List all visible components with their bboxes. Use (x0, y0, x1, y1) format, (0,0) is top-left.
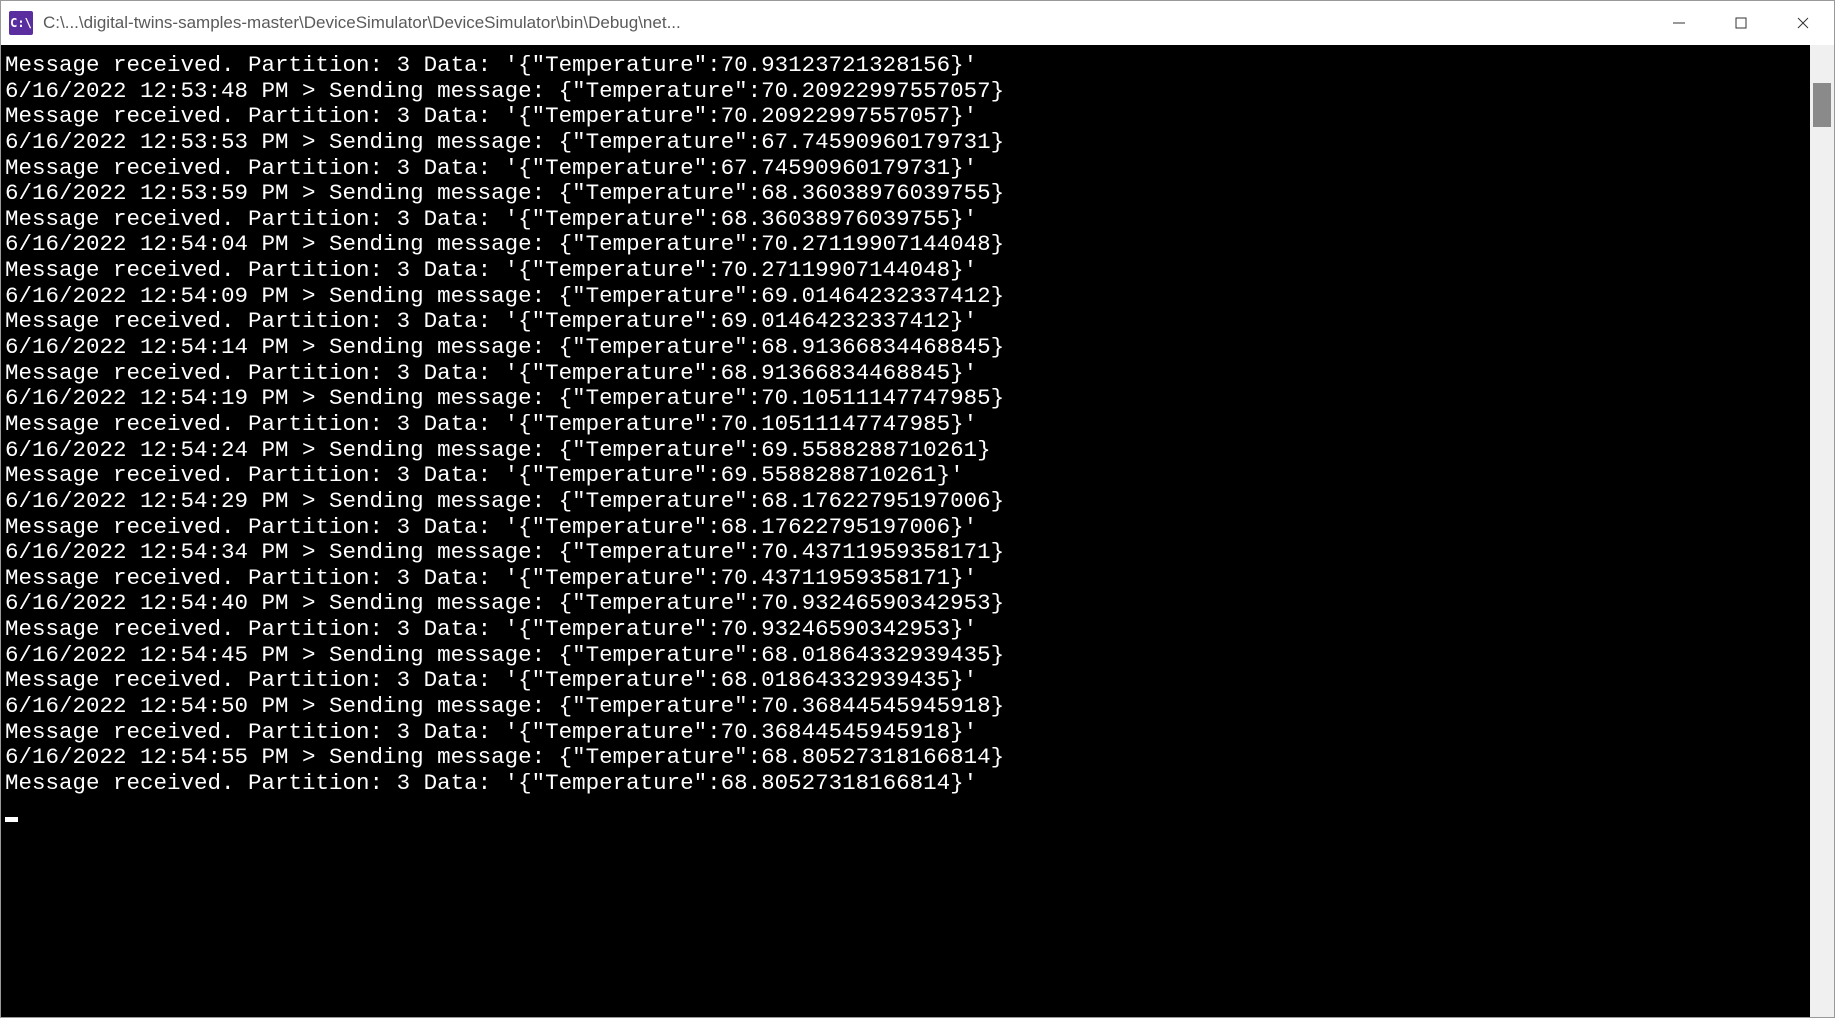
window-title: C:\...\digital-twins-samples-master\Devi… (43, 13, 1648, 33)
minimize-button[interactable] (1648, 1, 1710, 45)
console-area: Message received. Partition: 3 Data: '{"… (1, 45, 1834, 1017)
maximize-icon (1734, 16, 1748, 30)
scrollbar[interactable] (1810, 45, 1834, 1017)
maximize-button[interactable] (1710, 1, 1772, 45)
console-output[interactable]: Message received. Partition: 3 Data: '{"… (1, 45, 1810, 1017)
titlebar[interactable]: C:\ C:\...\digital-twins-samples-master\… (1, 1, 1834, 45)
minimize-icon (1672, 16, 1686, 30)
scroll-thumb[interactable] (1813, 83, 1831, 127)
close-button[interactable] (1772, 1, 1834, 45)
window-controls (1648, 1, 1834, 45)
cursor (5, 817, 18, 822)
app-window: C:\ C:\...\digital-twins-samples-master\… (0, 0, 1835, 1018)
cmd-icon: C:\ (9, 11, 33, 35)
close-icon (1796, 16, 1810, 30)
